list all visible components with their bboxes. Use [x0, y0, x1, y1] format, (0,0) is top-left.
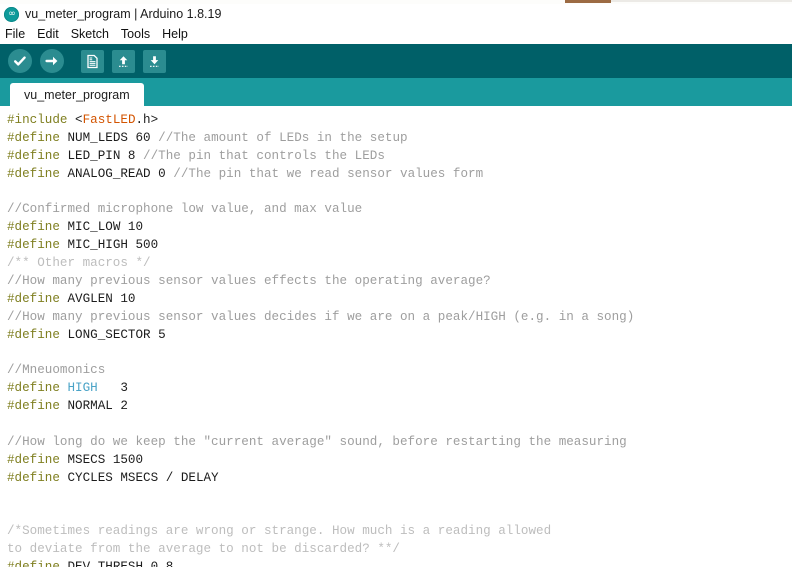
tab-vu-meter-program[interactable]: vu_meter_program	[10, 83, 144, 106]
code-line: #define NUM_LEDS 60 //The amount of LEDs…	[7, 130, 792, 148]
code-line: //Mneuomonics	[7, 362, 792, 380]
code-token-plain: LONG_SECTOR 5	[67, 327, 166, 342]
code-line: #define NORMAL 2	[7, 398, 792, 416]
code-line: #define MIC_HIGH 500	[7, 237, 792, 255]
code-token-plain: 3	[97, 381, 128, 396]
code-line: to deviate from the average to not be di…	[7, 541, 792, 559]
arrow-down-icon	[143, 50, 166, 73]
code-line: //How long do we keep the "current avera…	[7, 434, 792, 452]
arrow-up-icon	[112, 50, 135, 73]
code-token-plain: .h>	[135, 113, 159, 127]
background-window-artifact	[565, 0, 611, 3]
title-bar: ∞ vu_meter_program | Arduino 1.8.19	[0, 4, 792, 24]
code-token-pre: #define	[7, 560, 67, 567]
code-token-plain: <	[75, 113, 83, 127]
code-line: //How many previous sensor values effect…	[7, 273, 792, 291]
code-token-pre: #include	[7, 113, 76, 127]
code-token-blk: to deviate from the average to not be di…	[7, 542, 400, 557]
code-line: #define MIC_LOW 10	[7, 219, 792, 237]
code-token-cmt: //How long do we keep the "current avera…	[7, 435, 627, 450]
code-line: #define DEV_THRESH 0.8	[7, 559, 792, 567]
code-token-plain: MIC_LOW 10	[67, 220, 144, 235]
new-document-icon	[81, 50, 104, 73]
code-token-cmt: //How many previous sensor values effect…	[7, 274, 491, 289]
code-token-pre: #define	[7, 238, 68, 253]
new-sketch-button[interactable]	[81, 49, 104, 73]
menu-item-sketch[interactable]: Sketch	[71, 26, 116, 42]
code-token-cmt: //Confirmed microphone low value, and ma…	[7, 202, 363, 217]
code-line: /** Other macros */	[7, 255, 792, 273]
code-token-pre: #define	[7, 327, 68, 342]
menu-bar: File Edit Sketch Tools Help	[0, 24, 792, 44]
code-token-blk: /** Other macros */	[7, 256, 151, 271]
arrow-right-icon	[40, 49, 64, 73]
code-token-plain: AVGLEN 10	[67, 291, 136, 306]
check-icon	[8, 49, 32, 73]
arduino-logo-glyph: ∞	[8, 8, 16, 19]
code-token-plain: LED_PIN 8	[67, 148, 144, 163]
code-token-pre: #define	[7, 452, 68, 467]
code-token-pre: #define	[7, 291, 68, 306]
code-line: //Confirmed microphone low value, and ma…	[7, 201, 792, 219]
code-line: #define HIGH 3	[7, 380, 792, 398]
code-token-plain: ANALOG_READ 0	[67, 166, 174, 181]
save-sketch-button[interactable]	[143, 49, 166, 73]
code-editor[interactable]: #include <FastLED.h> #define NUM_LEDS 60 …	[0, 106, 792, 567]
code-token-pre: #define	[7, 148, 68, 163]
arduino-ide-window: ∞ vu_meter_program | Arduino 1.8.19 File…	[0, 0, 792, 567]
code-token-cmt: //The pin that we read sensor values for…	[173, 166, 484, 181]
code-text[interactable]: #include <FastLED.h> #define NUM_LEDS 60 …	[7, 112, 792, 567]
code-line: /*Sometimes readings are wrong or strang…	[7, 523, 792, 541]
code-line: #define LONG_SECTOR 5	[7, 327, 792, 345]
code-token-plain: MIC_HIGH 500	[67, 238, 159, 253]
code-token-pre: #define	[7, 399, 68, 414]
code-token-plain: DEV_THRESH 0.8	[67, 560, 173, 567]
code-token-cmt: //The pin that controls the LEDs	[143, 148, 385, 163]
menu-item-edit[interactable]: Edit	[37, 26, 66, 42]
open-sketch-button[interactable]	[112, 49, 135, 73]
code-line: #define CYCLES MSECS / DELAY	[7, 470, 792, 488]
code-line: //How many previous sensor values decide…	[7, 309, 792, 327]
code-token-pre: #define	[7, 470, 68, 485]
background-window-artifact-light	[611, 0, 792, 2]
code-token-plain: CYCLES MSECS / DELAY	[67, 470, 219, 485]
code-token-plain: MSECS 1500	[67, 452, 144, 467]
code-token-blk: /*Sometimes readings are wrong or strang…	[7, 524, 552, 539]
code-line: #define AVGLEN 10	[7, 291, 792, 309]
code-token-cmt: //How many previous sensor values decide…	[7, 309, 635, 324]
code-token-kw: HIGH	[67, 381, 98, 396]
code-token-pre: #define	[7, 130, 68, 145]
verify-compile-button[interactable]	[8, 49, 32, 73]
menu-item-file[interactable]: File	[5, 26, 32, 42]
toolbar	[0, 44, 792, 78]
code-line: #define MSECS 1500	[7, 452, 792, 470]
code-token-plain: NUM_LEDS 60	[67, 130, 159, 145]
code-line: #define ANALOG_READ 0 //The pin that we …	[7, 166, 792, 184]
code-token-pre: #define	[7, 166, 68, 181]
code-token-cmt: //The amount of LEDs in the setup	[158, 130, 408, 145]
menu-item-help[interactable]: Help	[162, 26, 195, 42]
menu-item-tools[interactable]: Tools	[121, 26, 157, 42]
code-token-pre: #define	[7, 220, 68, 235]
arduino-infinity-icon: ∞	[4, 6, 19, 22]
code-line: #define LED_PIN 8 //The pin that control…	[7, 148, 792, 166]
upload-button[interactable]	[40, 49, 64, 73]
tab-label: vu_meter_program	[24, 87, 130, 102]
code-token-lib: FastLED	[82, 113, 136, 127]
code-line: #include <FastLED.h>	[7, 112, 792, 130]
code-token-cmt: //Mneuomonics	[7, 363, 106, 378]
code-token-plain: NORMAL 2	[67, 399, 128, 414]
code-token-pre: #define	[7, 381, 68, 396]
window-title: vu_meter_program | Arduino 1.8.19	[25, 7, 222, 21]
